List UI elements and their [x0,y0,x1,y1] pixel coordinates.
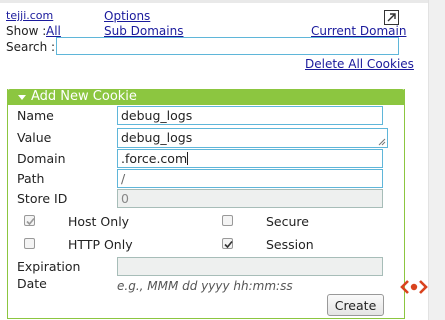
text-cursor [187,152,189,165]
domain-label: Domain [17,151,66,166]
value-field[interactable]: debug_logs [117,128,388,148]
show-all-link[interactable]: All [46,24,61,38]
delete-all-cookies-link[interactable]: Delete All Cookies [305,57,414,71]
check-icon [224,240,233,249]
sub-domains-link[interactable]: Sub Domains [104,24,183,38]
domain-text: .force.com [121,151,188,166]
show-label: Show : [6,24,47,38]
domain-field[interactable]: .force.com [117,149,383,168]
resize-grip-icon[interactable] [378,138,386,146]
search-label: Search : [6,40,56,54]
check-icon [26,217,35,226]
http-only-label: HTTP Only [68,237,133,252]
popout-arrow-icon[interactable] [384,10,399,25]
value-label: Value [17,130,52,145]
store-id-label: Store ID [17,191,68,206]
extension-logo-icon [400,280,428,294]
date-format-hint: e.g., MMM dd yyyy hh:mm:ss [117,279,293,293]
add-cookie-panel-header[interactable]: Add New Cookie [7,89,405,105]
name-label: Name [17,108,54,123]
value-text: debug_logs [121,130,193,145]
expiration-label-date: Date [17,276,47,291]
path-label: Path [17,171,45,186]
http-only-checkbox[interactable] [24,238,35,249]
site-link[interactable]: tejji.com [6,9,53,22]
session-checkbox[interactable] [222,238,233,249]
collapse-triangle-icon [18,95,26,100]
window-top-edge [0,0,428,3]
host-only-label: Host Only [68,214,130,229]
expiration-label: Expiration [17,259,81,274]
options-link[interactable]: Options [104,9,150,23]
secure-checkbox[interactable] [222,215,233,226]
store-id-field: 0 [117,189,383,208]
path-field[interactable]: / [117,169,383,188]
current-domain-link[interactable]: Current Domain [311,24,406,38]
session-label: Session [266,237,314,252]
search-input[interactable] [56,37,399,55]
name-field[interactable]: debug_logs [117,106,383,125]
secure-label: Secure [266,214,309,229]
window-right-edge [428,0,445,320]
create-button[interactable]: Create [327,294,384,316]
expiration-date-field [117,257,383,276]
panel-title: Add New Cookie [31,89,137,104]
host-only-checkbox[interactable] [24,215,35,226]
